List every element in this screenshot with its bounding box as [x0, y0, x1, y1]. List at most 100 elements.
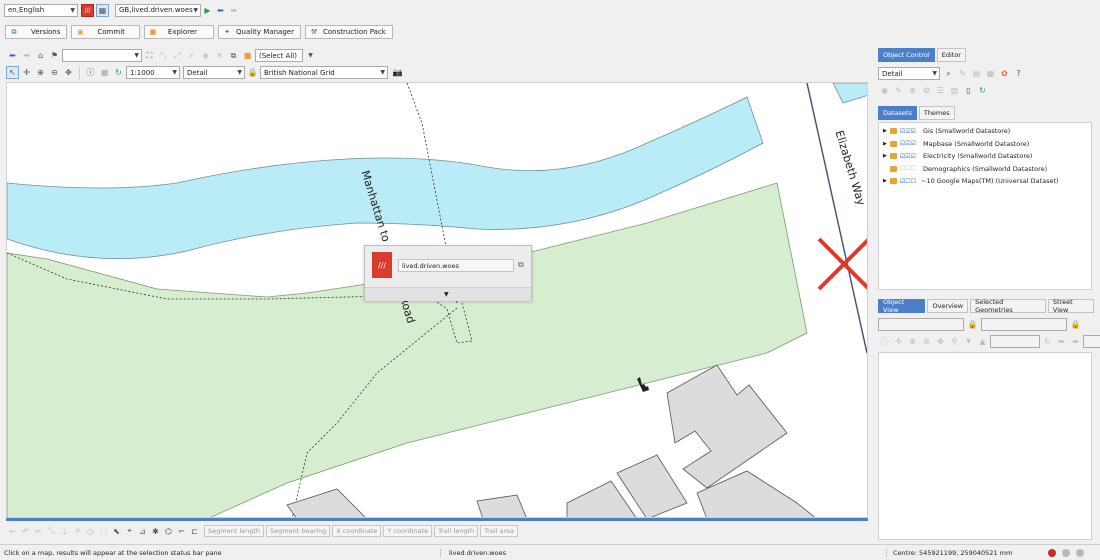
zoom-extent-icon[interactable]: ⛶	[143, 49, 156, 62]
trail-length-field[interactable]: Trail length	[434, 525, 479, 537]
forward-arrow-icon[interactable]: ➡	[20, 49, 33, 62]
dataset-checks[interactable]: ☑☑☑	[900, 153, 916, 160]
dataset-item[interactable]: ▶ ☑☐☐ ~10 Google Maps(TM) (Universal Datas…	[883, 175, 1087, 188]
crs-select[interactable]: British National Grid ▼	[260, 66, 388, 79]
chevron-down-icon[interactable]: ▼	[304, 49, 317, 62]
crosshair-icon[interactable]: ✛	[20, 66, 33, 79]
dataset-checks[interactable]: ☐☐☐	[900, 165, 916, 172]
zoom-in-icon[interactable]: ⊕	[34, 66, 47, 79]
quality-manager-button[interactable]: ✦ Quality Manager	[218, 25, 301, 39]
dataset-item[interactable]: ▶ ☑☑☑ Gis (Smallworld Datastore)	[883, 125, 1087, 138]
refresh-icon[interactable]: ↻	[1041, 335, 1054, 348]
edit-icon[interactable]: ✎	[892, 84, 905, 97]
tab-overview[interactable]: Overview	[927, 299, 969, 313]
object-value-field[interactable]	[990, 335, 1040, 348]
zoom-icon[interactable]: ⊕	[906, 84, 919, 97]
map-canvas[interactable]: Manhattan to Auckland Road Elizabeth Way…	[6, 82, 868, 518]
pointer-icon[interactable]: ↖	[6, 66, 19, 79]
copy-icon[interactable]: ⧉	[518, 260, 524, 270]
pin-icon[interactable]: ⚲	[948, 335, 961, 348]
refresh-icon[interactable]: ↻	[976, 84, 989, 97]
dataset-item[interactable]: ▶ ☑☑☑ Mapbase (Smallworld Datastore)	[883, 138, 1087, 151]
copy-icon[interactable]: ⧉	[227, 49, 240, 62]
crosshair-icon[interactable]: ✛	[892, 335, 905, 348]
edit-tool-icon[interactable]: ✂	[32, 525, 45, 538]
segment-bearing-field[interactable]: Segment bearing	[266, 525, 331, 537]
chevron-down-icon[interactable]: ▼	[962, 335, 975, 348]
x-coordinate-field[interactable]: X coordinate	[332, 525, 382, 537]
layers-icon[interactable]: ▥	[948, 84, 961, 97]
play-icon[interactable]: ▶	[201, 4, 214, 17]
scale-select[interactable]: 1:1000 ▼	[126, 66, 180, 79]
tool-icon[interactable]: ⚙	[920, 84, 933, 97]
stop-icon[interactable]: ■	[98, 66, 111, 79]
trail-area-field[interactable]: Trail area	[480, 525, 519, 537]
record-icon[interactable]	[1048, 548, 1056, 557]
lock-icon[interactable]: 🔒	[966, 318, 979, 331]
select-all-dropdown[interactable]: (Select All)	[255, 49, 303, 62]
zoom-out-icon[interactable]: ⊖	[48, 66, 61, 79]
dataset-item[interactable]: ▶☐☐☐Demographics (Smallworld Datastore)	[883, 163, 1087, 176]
select-tool-icon[interactable]: ⤡	[157, 49, 170, 62]
tab-street-view[interactable]: Street View	[1047, 298, 1094, 314]
edit-tool-icon[interactable]: ◷	[84, 525, 97, 538]
construction-pack-button[interactable]: ⚒ Construction Pack	[304, 25, 393, 39]
refresh-icon[interactable]: ↻	[112, 66, 125, 79]
commit-button[interactable]: ▣ Commit	[71, 25, 140, 39]
table-icon[interactable]: ▤	[970, 67, 983, 80]
back-arrow-icon[interactable]: ⬅	[6, 49, 19, 62]
segment-length-field[interactable]: Segment length	[204, 525, 265, 537]
home-icon[interactable]: ⌂	[34, 49, 47, 62]
highlight-icon[interactable]: ◈	[199, 49, 212, 62]
dataset-item[interactable]: ▶ ☑☑☑ Electricity (Smallworld Datastore)	[883, 150, 1087, 163]
binoculars-icon[interactable]: ⌕	[942, 67, 955, 80]
document-icon[interactable]: ▯	[962, 84, 975, 97]
pan-icon[interactable]: ✥	[62, 66, 75, 79]
folder-icon[interactable]: ■	[241, 49, 254, 62]
tab-datasets[interactable]: Datasets	[878, 106, 917, 120]
detail-select[interactable]: Detail ▼	[183, 66, 245, 79]
edit-tool-icon[interactable]: ⌗	[71, 525, 84, 538]
color-wheel-icon[interactable]: ✿	[998, 67, 1011, 80]
help-icon[interactable]: ?	[1012, 67, 1025, 80]
edit-tool-icon[interactable]: ⌬	[162, 525, 175, 538]
app-logo-icon[interactable]: ///	[81, 3, 94, 17]
eye-icon[interactable]: ◉	[878, 84, 891, 97]
language-select[interactable]: en,English ▼	[4, 3, 78, 17]
edit-tool-icon[interactable]: ⊥	[58, 525, 71, 538]
grid-icon[interactable]: ▦	[984, 67, 997, 80]
workspace-popup[interactable]: /// lived.driven.woes ⧉ ▼	[364, 245, 532, 301]
camera-icon[interactable]: 📷	[391, 66, 404, 79]
edit-icon[interactable]: ✎	[956, 67, 969, 80]
lock-icon[interactable]: 🔒	[246, 66, 259, 79]
clear-icon[interactable]: ✕	[213, 49, 226, 62]
edit-tool-icon[interactable]: ⌖	[123, 525, 136, 538]
y-coordinate-field[interactable]: Y coordinate	[383, 525, 433, 537]
object-select-2[interactable]	[981, 318, 1067, 331]
edit-tool-icon[interactable]: ⌐	[175, 525, 188, 538]
area-select-icon[interactable]: ⤢	[171, 49, 184, 62]
edit-tool-icon[interactable]: ⬉	[110, 525, 123, 538]
explorer-button[interactable]: ■ Explorer	[143, 25, 215, 39]
workspace-select[interactable]: GB,lived.driven.woes ▼	[115, 3, 201, 17]
tab-object-control[interactable]: Object Control	[878, 48, 935, 62]
zoom-out-icon[interactable]: ⊖	[920, 335, 933, 348]
forward-arrow-icon[interactable]: ➡	[227, 4, 240, 17]
bookmark-icon[interactable]: ⚑	[48, 49, 61, 62]
dataset-checks[interactable]: ☑☑☑	[900, 140, 916, 147]
tab-object-view[interactable]: Object View	[878, 298, 926, 314]
pan-icon[interactable]: ✥	[934, 335, 947, 348]
expand-triangle-icon[interactable]: ▼	[444, 291, 449, 298]
edit-tool-icon[interactable]: ↩	[6, 525, 19, 538]
check-icon[interactable]: ✓	[185, 49, 198, 62]
stop-icon[interactable]	[1076, 548, 1084, 557]
edit-tool-icon[interactable]: ⊿	[136, 525, 149, 538]
tab-themes[interactable]: Themes	[918, 106, 955, 120]
info-icon[interactable]: ⓘ	[878, 335, 891, 348]
back-arrow-icon[interactable]: ⬅	[214, 4, 227, 17]
object-value-field-2[interactable]: ▼	[1083, 335, 1100, 348]
bookmark-select[interactable]: ▼	[62, 49, 142, 62]
window-layout-icon[interactable]: ▦	[96, 3, 109, 17]
zoom-in-icon[interactable]: ⊕	[906, 335, 919, 348]
dataset-checks[interactable]: ☑☐☐	[900, 178, 916, 185]
